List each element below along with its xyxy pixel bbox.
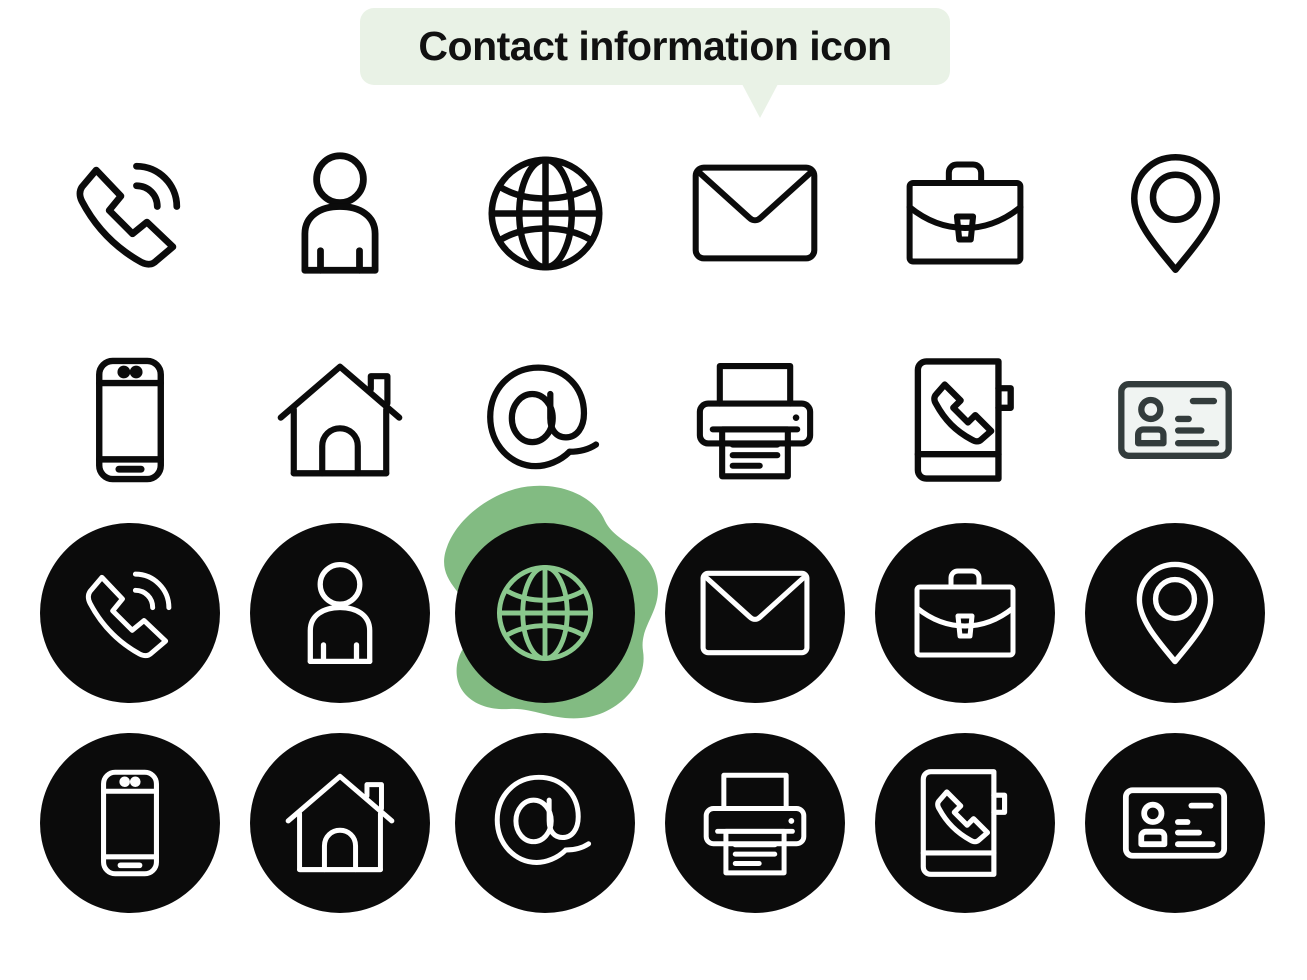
at-sign-icon[interactable] (455, 733, 635, 913)
house-icon[interactable] (250, 733, 430, 913)
icon-sheet: Contact information icon (0, 0, 1307, 980)
mobile-phone-icon[interactable] (40, 330, 220, 510)
phone-book-icon[interactable] (875, 733, 1055, 913)
globe-icon[interactable] (455, 123, 635, 303)
phone-call-icon[interactable] (40, 523, 220, 703)
person-icon[interactable] (250, 523, 430, 703)
envelope-icon[interactable] (665, 523, 845, 703)
globe-icon[interactable] (455, 523, 635, 703)
id-card-icon[interactable] (1085, 330, 1265, 510)
mobile-phone-icon[interactable] (40, 733, 220, 913)
printer-icon[interactable] (665, 330, 845, 510)
phone-call-icon[interactable] (40, 123, 220, 303)
envelope-icon[interactable] (665, 123, 845, 303)
briefcase-icon[interactable] (875, 523, 1055, 703)
location-pin-icon[interactable] (1085, 123, 1265, 303)
person-icon[interactable] (250, 123, 430, 303)
page-title: Contact information icon (418, 23, 892, 69)
house-icon[interactable] (250, 330, 430, 510)
printer-icon[interactable] (665, 733, 845, 913)
location-pin-icon[interactable] (1085, 523, 1265, 703)
briefcase-icon[interactable] (875, 123, 1055, 303)
title-bubble: Contact information icon (360, 8, 950, 85)
id-card-icon[interactable] (1085, 733, 1265, 913)
title-bubble-tail (742, 84, 778, 118)
phone-book-icon[interactable] (875, 330, 1055, 510)
at-sign-icon[interactable] (455, 330, 635, 510)
